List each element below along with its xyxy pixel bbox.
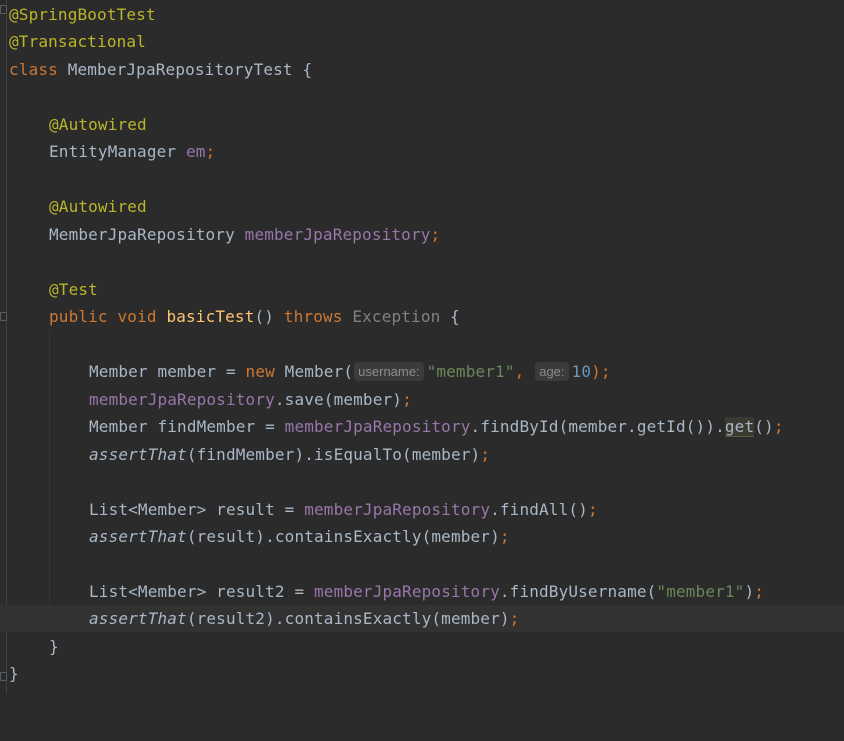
- semicolon: ;: [430, 225, 441, 244]
- param-hint-age: age:: [535, 362, 569, 381]
- code-line-15[interactable]: memberJpaRepository.save(member);: [0, 386, 844, 413]
- code-line-6[interactable]: EntityManager em;: [0, 138, 844, 165]
- code-line-25[interactable]: }: [0, 660, 844, 687]
- type-entitymanager: EntityManager: [49, 142, 186, 161]
- highlighted-get-call: get: [724, 417, 755, 437]
- semicolon: ;: [509, 609, 520, 628]
- annotation-transactional: @Transactional: [9, 32, 146, 51]
- code-line-22[interactable]: List<Member> result2 = memberJpaReposito…: [0, 578, 844, 605]
- member-declaration: Member member =: [89, 362, 246, 381]
- method-name-basictest: basicTest: [166, 307, 255, 326]
- field-memberjparepository: memberJpaRepository: [244, 225, 431, 244]
- field-em: em: [185, 142, 206, 161]
- semicolon: ;: [402, 390, 412, 409]
- code-line-17[interactable]: assertThat(findMember).isEqualTo(member)…: [0, 441, 844, 468]
- code-line-23-current[interactable]: assertThat(result2).containsExactly(memb…: [0, 605, 844, 632]
- code-line-9[interactable]: MemberJpaRepository memberJpaRepository;: [0, 221, 844, 248]
- number-literal: 10: [571, 362, 592, 381]
- field-memberjparepository: memberJpaRepository: [89, 390, 275, 409]
- code-editor[interactable]: @SpringBootTest @Transactional class Mem…: [0, 0, 844, 694]
- code-line-20[interactable]: assertThat(result).containsExactly(membe…: [0, 523, 844, 550]
- field-memberjparepository: memberJpaRepository: [284, 417, 471, 436]
- close-brace: }: [49, 637, 59, 656]
- param-hint-username: username:: [354, 362, 424, 381]
- string-literal: "member1": [426, 362, 515, 381]
- field-memberjparepository: memberJpaRepository: [314, 582, 500, 601]
- code-line-8[interactable]: @Autowired: [0, 193, 844, 220]
- assertthat-call: assertThat: [89, 609, 187, 628]
- close-paren-semicolon: );: [591, 362, 611, 381]
- exception-type: Exception: [352, 307, 441, 326]
- findall-call: .findAll(): [490, 500, 588, 519]
- field-memberjparepository: memberJpaRepository: [304, 500, 491, 519]
- keyword-throws: throws: [283, 307, 343, 326]
- isequalto-call: (findMember).isEqualTo(member): [186, 445, 481, 464]
- code-line-2[interactable]: @Transactional: [0, 28, 844, 55]
- code-line-16[interactable]: Member findMember = memberJpaRepository.…: [0, 413, 844, 440]
- containsexactly-call: (result2).containsExactly(member): [186, 609, 510, 628]
- parens: (): [254, 307, 284, 326]
- code-line-24[interactable]: }: [0, 633, 844, 660]
- annotation-autowired: @Autowired: [49, 115, 147, 134]
- parens: (): [754, 417, 774, 436]
- semicolon: ;: [754, 582, 765, 601]
- type-memberjparepository: MemberJpaRepository: [49, 225, 245, 244]
- code-line-1[interactable]: @SpringBootTest: [0, 1, 844, 28]
- findmember-declaration: Member findMember =: [89, 417, 285, 436]
- code-line-3[interactable]: class MemberJpaRepositoryTest {: [0, 56, 844, 83]
- semicolon: ;: [587, 500, 598, 519]
- result2-declaration: List<Member> result2 =: [89, 582, 315, 601]
- containsexactly-call: (result).containsExactly(member): [186, 527, 500, 546]
- keyword-new: new: [245, 362, 275, 381]
- string-literal: "member1": [656, 582, 745, 601]
- keyword-void: void: [117, 307, 157, 326]
- code-line-19[interactable]: List<Member> result = memberJpaRepositor…: [0, 496, 844, 523]
- comma: ,: [514, 362, 525, 381]
- class-name: MemberJpaRepositoryTest {: [57, 60, 313, 79]
- open-brace: {: [440, 307, 460, 326]
- code-line-11[interactable]: @Test: [0, 276, 844, 303]
- semicolon: ;: [480, 445, 491, 464]
- annotation-springboottest: @SpringBootTest: [9, 5, 156, 24]
- keyword-public: public: [49, 307, 108, 326]
- findbyid-call: .findById(member.getId()).: [470, 417, 725, 436]
- semicolon: ;: [499, 527, 510, 546]
- assertthat-call: assertThat: [89, 445, 187, 464]
- result-declaration: List<Member> result =: [89, 500, 305, 519]
- keyword-class: class: [9, 60, 58, 79]
- save-call: .save(member): [274, 390, 403, 409]
- annotation-autowired: @Autowired: [49, 197, 147, 216]
- code-line-5[interactable]: @Autowired: [0, 111, 844, 138]
- assertthat-call: assertThat: [89, 527, 187, 546]
- annotation-test: @Test: [49, 280, 98, 299]
- code-line-12[interactable]: public void basicTest() throws Exception…: [0, 303, 844, 330]
- close-paren: ): [744, 582, 755, 601]
- semicolon: ;: [205, 142, 216, 161]
- close-brace: }: [9, 664, 19, 683]
- constructor-call: Member(: [274, 362, 354, 381]
- findbyusername-call: .findByUsername(: [499, 582, 657, 601]
- code-line-14[interactable]: Member member = new Member(username: "mem…: [0, 358, 844, 385]
- semicolon: ;: [773, 417, 784, 436]
